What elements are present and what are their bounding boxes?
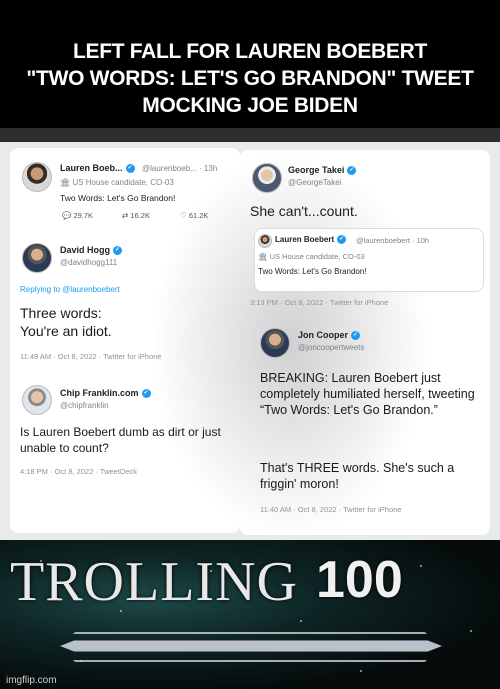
avatar xyxy=(22,162,52,192)
tweet-text-line-1: Three words: xyxy=(20,305,102,321)
caption-line-2: "TWO WORDS: LET'S GO BRANDON" TWEET xyxy=(26,67,474,90)
watermark: imgflip.com xyxy=(6,675,57,686)
tweet-text: BREAKING: Lauren Boebert just completely… xyxy=(260,371,475,417)
tweet-handle: @joncoopertweets xyxy=(298,343,365,352)
avatar xyxy=(260,328,290,358)
retweet-count[interactable]: ⇄ 16.2K xyxy=(122,211,150,220)
tweet-meta: 4:18 PM · Oct 8, 2022 · TweetDeck xyxy=(20,467,137,476)
caption-line-3: MOCKING JOE BIDEN xyxy=(142,94,358,117)
candidate-label: 🏛 US House candidate, CO-03 xyxy=(258,252,365,261)
verified-icon: ✓ xyxy=(125,164,135,174)
tweet-handle: @davidhogg111 xyxy=(60,258,118,267)
skill-panel: TROLLING 100 xyxy=(0,540,500,689)
tweet-author-name: Chip Franklin.com ✓ xyxy=(60,388,151,399)
tweet-text-line-2: You're an idiot. xyxy=(20,323,112,339)
skill-level: 100 xyxy=(316,551,403,609)
caption-line-1: LEFT FALL FOR LAUREN BOEBERT xyxy=(72,40,428,63)
skill-progress-bar xyxy=(60,640,442,652)
tweet-meta: 11:40 AM · Oct 8, 2022 · Twitter for iPh… xyxy=(260,505,402,514)
like-count[interactable]: ♡ 61.2K xyxy=(180,211,208,220)
meme-caption: LEFT FALL FOR LAUREN BOEBERT "TWO WORDS:… xyxy=(0,0,500,128)
tweet-text: Is Lauren Boebert dumb as dirt or just u… xyxy=(20,425,221,455)
skill-name: TROLLING xyxy=(10,551,298,613)
tweet-meta: 11:49 AM · Oct 8, 2022 · Twitter for iPh… xyxy=(20,352,162,361)
tweet-text: She can't...count. xyxy=(250,203,358,219)
tweet-handle: @chipfranklin xyxy=(60,401,109,410)
verified-icon: ✓ xyxy=(351,331,361,341)
verified-icon: ✓ xyxy=(113,246,123,256)
verified-icon: ✓ xyxy=(347,166,357,176)
divider xyxy=(0,128,500,142)
replying-to-label[interactable]: Replying to @laurenboebert xyxy=(20,285,120,294)
tweet-text: Two Words: Let's Go Brandon! xyxy=(60,193,176,203)
tweet-handle: @GeorgeTakei xyxy=(288,178,342,187)
tweet-author-name: Lauren Boebert ✓ xyxy=(275,235,347,245)
avatar xyxy=(258,234,272,248)
heart-icon: ♡ xyxy=(180,211,189,220)
tweet-author-name: Jon Cooper ✓ xyxy=(298,330,361,341)
building-icon: 🏛 xyxy=(60,178,73,187)
reply-icon: 💬 xyxy=(62,211,74,220)
avatar xyxy=(22,385,52,415)
tweet-text: Two Words: Let's Go Brandon! xyxy=(258,267,367,276)
tweet-author-name: Lauren Boeb... ✓ xyxy=(60,163,135,174)
tweet-handle: @laurenboebert · 10h xyxy=(356,236,430,245)
tweet-author-name: David Hogg ✓ xyxy=(60,245,123,256)
verified-icon: ✓ xyxy=(337,235,347,245)
tweet-meta: 3:13 PM · Oct 8, 2022 · Twitter for iPho… xyxy=(250,298,389,307)
building-icon: 🏛 xyxy=(258,252,270,261)
tweet-author-name: George Takei ✓ xyxy=(288,165,357,176)
avatar xyxy=(252,163,282,193)
avatar xyxy=(22,243,52,273)
tweet-handle: @laurenboeb... · 13h xyxy=(142,164,218,173)
candidate-label: 🏛 US House candidate, CO-03 xyxy=(60,178,174,187)
verified-icon: ✓ xyxy=(141,389,151,399)
reply-count[interactable]: 💬 29.7K xyxy=(62,211,93,220)
tweet-text: That's THREE words. She's such a friggin… xyxy=(260,461,455,491)
